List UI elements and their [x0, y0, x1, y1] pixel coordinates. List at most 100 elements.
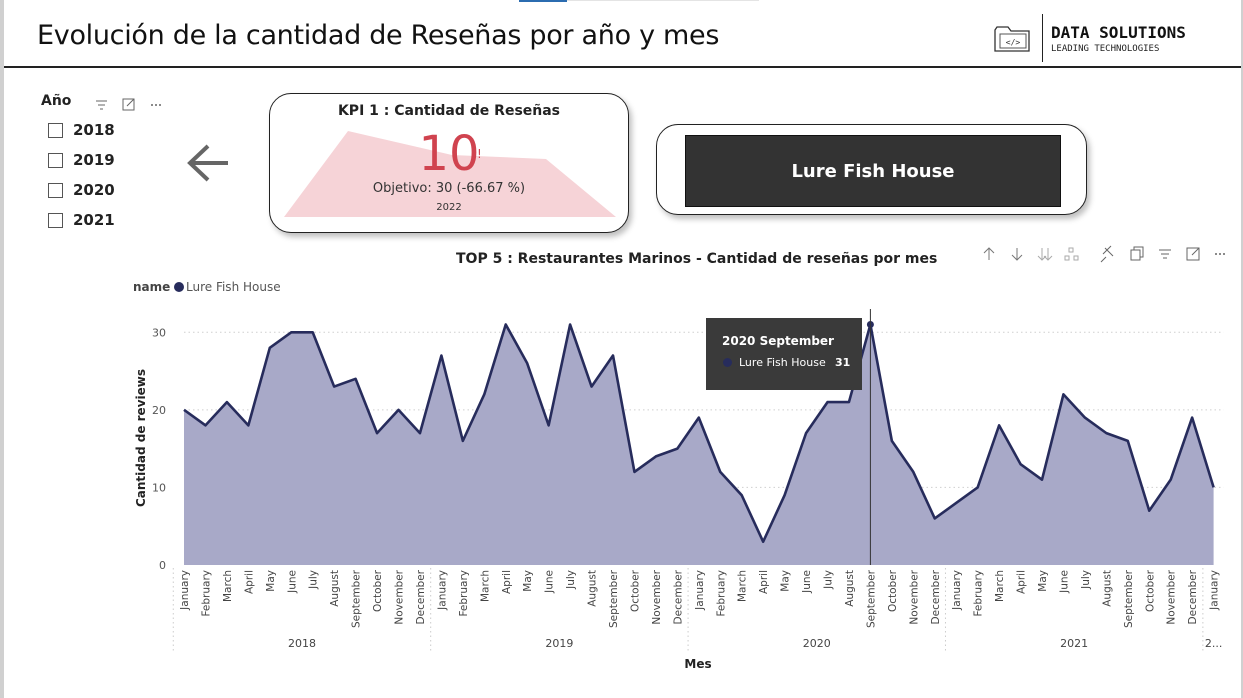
year-option-2018[interactable]: 2018 [48, 119, 115, 141]
x-tick-label: January [1209, 570, 1221, 611]
chart-title: TOP 5 : Restaurantes Marinos - Cantidad … [456, 251, 938, 267]
year-option-2021[interactable]: 2021 [48, 209, 115, 231]
y-axis-label: Cantidad de reviews [134, 369, 148, 507]
x-axis-ticks: January February March April May June July Augu… [179, 569, 1221, 628]
x-tick-label: December [930, 569, 942, 624]
focus-mode-icon[interactable] [1186, 247, 1200, 261]
legend-item-label[interactable]: Lure Fish House [186, 280, 281, 294]
year-group-label: 2... [1205, 637, 1223, 650]
x-tick-label: July [1080, 570, 1092, 590]
x-tick-label: May [780, 570, 792, 592]
y-tick-label: 20 [152, 404, 166, 417]
x-tick-label: February [973, 570, 985, 617]
restaurant-name: Lure Fish House [791, 160, 955, 182]
kpi-period: 2022 [436, 202, 462, 213]
x-tick-label: June [286, 570, 298, 594]
year-slicer-title: Año [41, 93, 72, 109]
hierarchy-icon[interactable] [1064, 247, 1079, 261]
kpi-title: KPI 1 : Cantidad de Reseñas [337, 103, 561, 119]
y-tick-label: 10 [152, 481, 166, 494]
tooltip-series: Lure Fish House [739, 356, 826, 369]
x-tick-label: March [222, 570, 234, 602]
svg-text:</>: </> [1006, 38, 1021, 47]
x-tick-label: December [415, 569, 427, 624]
checkbox[interactable] [48, 212, 63, 228]
drill-up-icon[interactable] [983, 247, 995, 260]
x-tick-label: January [694, 570, 706, 611]
tooltip-value: 31 [835, 356, 851, 369]
y-tick-label: 0 [159, 559, 166, 572]
chart-tooltip: 2020 September Lure Fish House 31 [706, 318, 862, 390]
x-tick-label: January [951, 570, 963, 611]
page-tab-indicator [519, 0, 567, 2]
x-tick-label: January [179, 570, 191, 611]
x-tick-label: October [1144, 569, 1156, 612]
left-border [0, 0, 4, 698]
checkbox[interactable] [48, 182, 63, 198]
checkbox[interactable] [48, 152, 63, 168]
x-tick-label: April [1016, 570, 1028, 594]
x-tick-label: December [672, 569, 684, 624]
x-tick-label: August [329, 570, 341, 607]
x-tick-label: June [1058, 570, 1070, 594]
filter-icon[interactable] [1159, 249, 1171, 259]
copy-icon[interactable] [1130, 246, 1144, 261]
series-area-fill [184, 324, 1214, 565]
x-tick-label: November [908, 569, 920, 624]
x-tick-label: August [1101, 570, 1113, 607]
page-title: Evolución de la cantidad de Reseñas por … [37, 20, 720, 51]
kpi-status-indicator: ! [477, 147, 482, 161]
x-tick-label: September [351, 569, 363, 628]
year-option-label: 2020 [73, 181, 115, 199]
pin-icon[interactable] [1100, 245, 1114, 263]
checkbox[interactable] [48, 122, 63, 138]
year-option-label: 2019 [73, 151, 115, 169]
folder-code-icon: </> [994, 26, 1030, 52]
year-group-label: 2018 [288, 637, 316, 650]
year-option-2019[interactable]: 2019 [48, 149, 115, 171]
arrow-left-icon[interactable] [186, 142, 230, 184]
x-tick-label: October [887, 569, 899, 612]
x-tick-label: April [758, 570, 770, 594]
logo-tagline: LEADING TECHNOLOGIES [1051, 44, 1160, 54]
y-tick-label: 30 [152, 326, 166, 339]
filter-icon[interactable] [96, 100, 107, 110]
year-group-label: 2020 [803, 637, 831, 650]
kpi-value: 10 [418, 126, 480, 182]
x-tick-label: May [1037, 570, 1049, 592]
x-tick-label: September [1123, 569, 1135, 628]
more-options-icon[interactable] [151, 104, 161, 106]
chart-toolbar [983, 245, 1225, 263]
x-tick-label: February [458, 570, 470, 617]
legend-title: name [133, 280, 171, 294]
logo-name: DATA SOLUTIONS [1051, 23, 1186, 42]
x-tick-label: October [372, 569, 384, 612]
x-tick-label: July [565, 570, 577, 590]
x-tick-label: November [651, 569, 663, 624]
restaurant-name-box[interactable]: Lure Fish House [685, 135, 1061, 207]
year-group-label: 2019 [545, 637, 573, 650]
x-tick-label: August [844, 570, 856, 607]
drill-down-icon[interactable] [1011, 248, 1023, 261]
expand-all-icon[interactable] [1037, 248, 1053, 261]
header-divider [4, 66, 1241, 68]
x-tick-label: August [587, 570, 599, 607]
company-logo: </> DATA SOLUTIONS LEADING TECHNOLOGIES [992, 14, 1212, 64]
x-tick-label: February [200, 570, 212, 617]
restaurant-card[interactable]: Lure Fish House [656, 124, 1087, 215]
x-tick-label: April [501, 570, 513, 594]
x-tick-label: April [243, 570, 255, 594]
year-option-label: 2021 [73, 211, 115, 229]
x-tick-label: November [394, 569, 406, 624]
x-tick-label: February [715, 570, 727, 617]
x-tick-label: March [994, 570, 1006, 602]
kpi-card[interactable]: KPI 1 : Cantidad de Reseñas 10 ! Objetiv… [269, 93, 629, 233]
slicer-toolbar [96, 98, 161, 111]
year-option-2020[interactable]: 2020 [48, 179, 115, 201]
x-tick-label: March [737, 570, 749, 602]
kpi-goal: Objetivo: 30 (-66.67 %) [372, 181, 526, 196]
x-tick-label: September [865, 569, 877, 628]
focus-mode-icon[interactable] [122, 98, 135, 111]
x-tick-label: May [265, 570, 277, 592]
more-options-icon[interactable] [1215, 253, 1225, 255]
